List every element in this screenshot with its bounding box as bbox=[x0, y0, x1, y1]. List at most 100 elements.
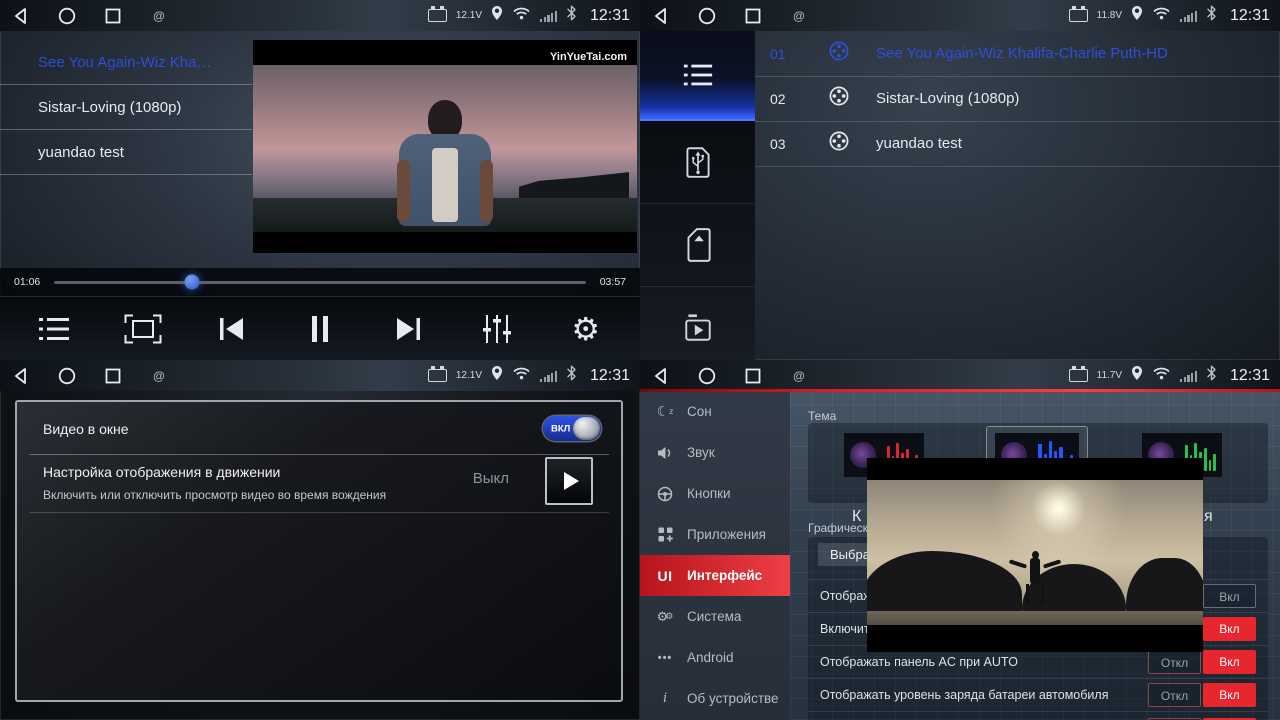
recents-icon[interactable] bbox=[102, 5, 124, 27]
dots-icon: ••• bbox=[654, 652, 676, 664]
setting-row-partial bbox=[808, 711, 1268, 720]
playlist-button[interactable] bbox=[24, 307, 84, 351]
bluetooth-icon bbox=[1206, 365, 1217, 386]
film-reel-icon bbox=[828, 130, 850, 157]
sidebar-item-buttons[interactable]: Кнопки bbox=[640, 473, 790, 514]
playlist-item[interactable]: Sistar-Loving (1080p) bbox=[0, 85, 252, 130]
back-icon[interactable] bbox=[10, 5, 32, 27]
equalizer-button[interactable] bbox=[467, 307, 527, 351]
playlist-item[interactable]: yuandao test bbox=[0, 130, 252, 175]
track-row[interactable]: 02 Sistar-Loving (1080p) bbox=[755, 76, 1280, 122]
sidebar-item-sound[interactable]: Звук bbox=[640, 432, 790, 473]
sidebar-item-android[interactable]: •••Android bbox=[640, 637, 790, 678]
setting-title: Настройка отображения в движении bbox=[43, 464, 280, 480]
setting-value: Выкл bbox=[473, 470, 509, 487]
next-button[interactable] bbox=[379, 307, 439, 351]
off-button[interactable]: Откл bbox=[1148, 650, 1201, 674]
on-button[interactable]: Вкл bbox=[1203, 617, 1256, 641]
home-icon[interactable] bbox=[56, 365, 78, 387]
track-number: 02 bbox=[770, 91, 828, 107]
gears-icon: ⚙⚙ bbox=[654, 609, 676, 625]
track-title: See You Again-Wiz Khalifa-Charlie Puth-H… bbox=[876, 45, 1168, 62]
divider bbox=[29, 454, 609, 455]
screenshot-icon[interactable]: @ bbox=[148, 5, 170, 27]
back-icon[interactable] bbox=[650, 5, 672, 27]
recents-icon[interactable] bbox=[742, 365, 764, 387]
previous-button[interactable] bbox=[201, 307, 261, 351]
preview-play-button[interactable] bbox=[545, 457, 593, 505]
ground-silhouette bbox=[867, 611, 1203, 625]
battery-voltage: 11.8V bbox=[1097, 10, 1122, 21]
floating-video-window[interactable] bbox=[867, 458, 1203, 652]
car-battery-icon bbox=[428, 9, 447, 22]
quadrant-browser: @ 11.8V 12:31 01 See You Again-Wiz Khali… bbox=[640, 0, 1280, 360]
on-button[interactable]: Вкл bbox=[1203, 650, 1256, 674]
settings-gear-icon[interactable]: ⚙ bbox=[556, 307, 616, 351]
off-button[interactable]: Откл bbox=[1148, 683, 1201, 707]
sidebar-item-sdcard[interactable] bbox=[640, 204, 755, 287]
duration-time: 03:57 bbox=[596, 276, 626, 288]
gps-icon bbox=[1131, 365, 1143, 386]
home-icon[interactable] bbox=[696, 365, 718, 387]
settings-panel: Видео в окне ВКЛ Настройка отображения в… bbox=[15, 400, 623, 702]
track-title: yuandao test bbox=[876, 135, 962, 152]
apps-grid-icon bbox=[654, 527, 676, 542]
bluetooth-icon bbox=[566, 5, 577, 26]
playlist-item[interactable]: See You Again-Wiz Kha… bbox=[0, 40, 252, 85]
sidebar-item-usb[interactable] bbox=[640, 121, 755, 204]
status-bar: @ 12.1V 12:31 bbox=[0, 360, 640, 391]
sidebar-item-playlist[interactable] bbox=[640, 31, 755, 121]
singer-figure bbox=[399, 100, 491, 228]
signal-icon bbox=[540, 370, 557, 382]
setting-row: Отображать уровень заряда батареи автомо… bbox=[808, 678, 1268, 711]
bluetooth-icon bbox=[566, 365, 577, 386]
section-label-theme: Тема bbox=[808, 409, 836, 423]
video-frame[interactable]: YinYueTai.com bbox=[253, 40, 637, 253]
sidebar-item-sleep[interactable]: ☾zСон bbox=[640, 391, 790, 432]
sidebar-item-about[interactable]: iОб устройстве bbox=[640, 678, 790, 719]
seek-thumb[interactable] bbox=[185, 275, 200, 290]
clock: 12:31 bbox=[590, 7, 630, 25]
steering-wheel-icon bbox=[654, 486, 676, 502]
pause-button[interactable] bbox=[290, 307, 350, 351]
status-bar: @ 12.1V 12:31 bbox=[0, 0, 640, 31]
video-scene bbox=[867, 480, 1203, 625]
home-icon[interactable] bbox=[56, 5, 78, 27]
screenshot-icon[interactable]: @ bbox=[788, 365, 810, 387]
toggle-knob[interactable] bbox=[573, 417, 600, 440]
sidebar-item-video-app[interactable] bbox=[640, 287, 755, 360]
on-button[interactable]: Вкл bbox=[1203, 584, 1256, 608]
source-sidebar bbox=[640, 31, 755, 360]
track-row[interactable]: 03 yuandao test bbox=[755, 121, 1280, 167]
sidebar-item-system[interactable]: ⚙⚙Система bbox=[640, 596, 790, 637]
gps-icon bbox=[1131, 5, 1143, 26]
track-row[interactable]: 01 See You Again-Wiz Khalifa-Charlie Put… bbox=[755, 31, 1280, 77]
screenshot-icon[interactable]: @ bbox=[788, 5, 810, 27]
video-in-window-toggle[interactable]: ВКЛ bbox=[543, 416, 601, 441]
wifi-icon bbox=[512, 6, 531, 25]
screenshot-icon[interactable]: @ bbox=[148, 365, 170, 387]
on-button[interactable]: Вкл bbox=[1203, 683, 1256, 707]
track-number: 03 bbox=[770, 136, 828, 152]
aspect-ratio-button[interactable] bbox=[113, 307, 173, 351]
signal-icon bbox=[540, 10, 557, 22]
track-number: 01 bbox=[770, 46, 828, 62]
divider bbox=[29, 512, 609, 513]
film-reel-icon bbox=[828, 85, 850, 112]
play-triangle-icon bbox=[564, 472, 579, 490]
watermark: YinYueTai.com bbox=[550, 51, 627, 63]
status-bar: @ 11.8V 12:31 bbox=[640, 0, 1280, 31]
seek-bar[interactable] bbox=[54, 281, 586, 284]
wifi-icon bbox=[1152, 366, 1171, 385]
sidebar-item-interface[interactable]: UIИнтерфейс bbox=[640, 555, 790, 596]
back-icon[interactable] bbox=[650, 365, 672, 387]
battery-voltage: 12.1V bbox=[456, 10, 482, 21]
gps-icon bbox=[491, 365, 503, 386]
status-bar: @ 11.7V 12:31 bbox=[640, 360, 1280, 391]
info-icon: i bbox=[654, 690, 676, 707]
sidebar-item-apps[interactable]: Приложения bbox=[640, 514, 790, 555]
home-icon[interactable] bbox=[696, 5, 718, 27]
back-icon[interactable] bbox=[10, 365, 32, 387]
recents-icon[interactable] bbox=[102, 365, 124, 387]
recents-icon[interactable] bbox=[742, 5, 764, 27]
